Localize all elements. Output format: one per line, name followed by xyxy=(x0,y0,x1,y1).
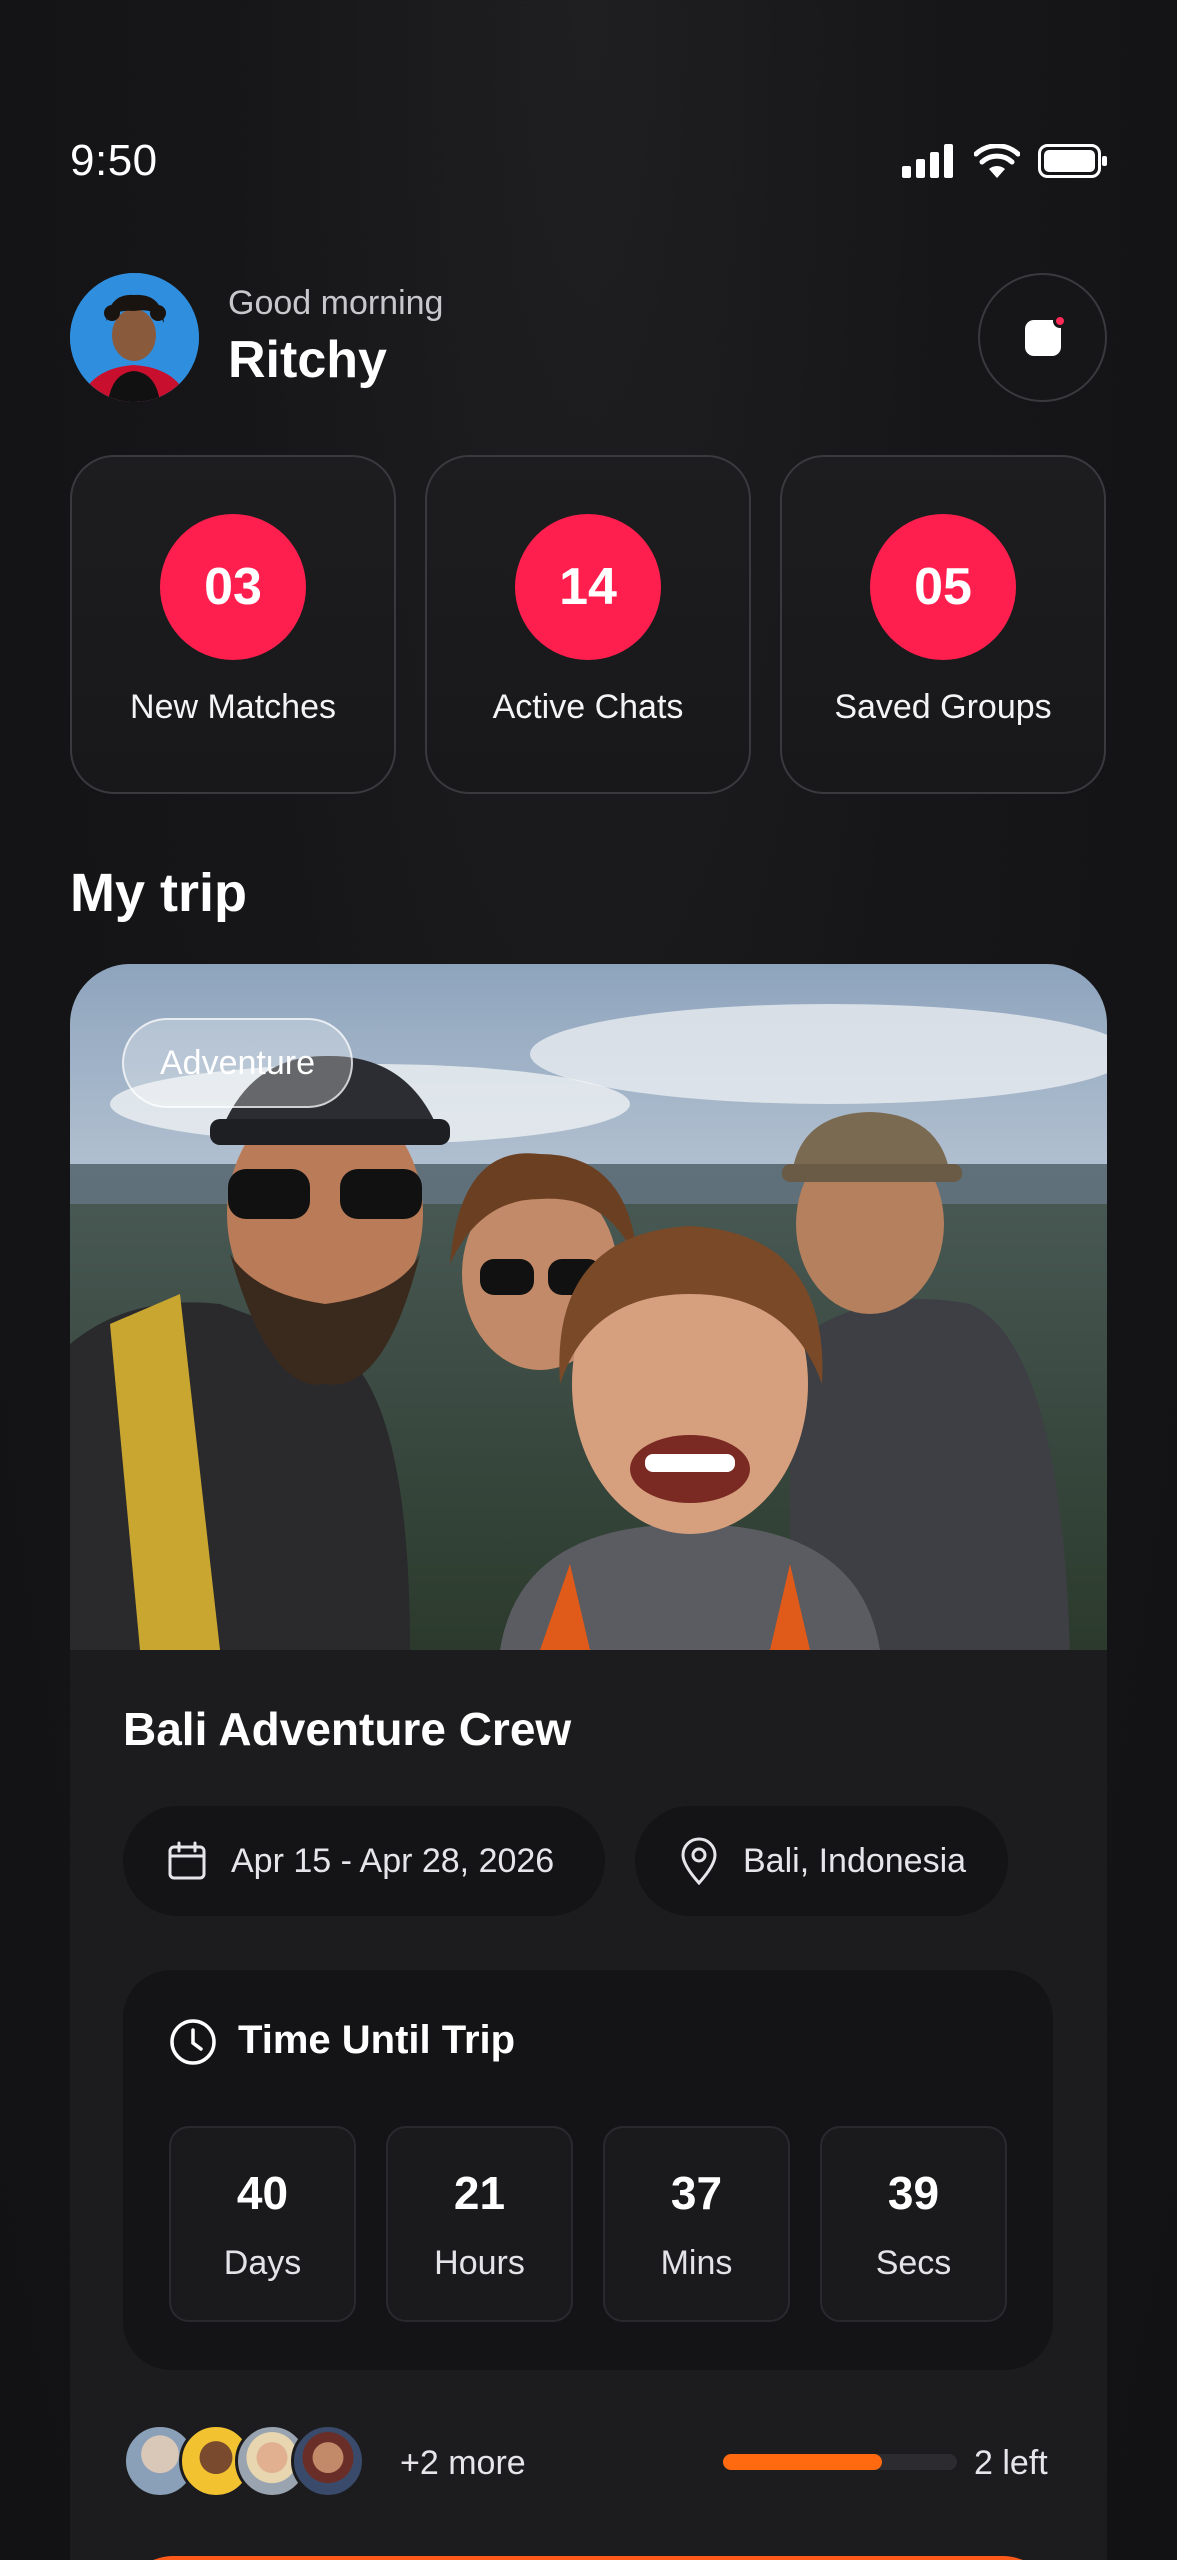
countdown-value: 39 xyxy=(887,2167,940,2219)
stat-value: 14 xyxy=(515,514,661,660)
status-time: 9:50 xyxy=(70,136,158,185)
trip-dates-pill: Apr 15 - Apr 28, 2026 xyxy=(123,1806,605,1916)
section-title-my-trip: My trip xyxy=(70,863,248,923)
countdown-unit: Secs xyxy=(875,2244,952,2282)
trip-category-tag[interactable]: Adventure xyxy=(122,1018,353,1108)
status-icons xyxy=(902,144,1108,178)
countdown-title: Time Until Trip xyxy=(238,2018,516,2062)
stat-card-new-matches[interactable]: 03 New Matches xyxy=(70,455,396,794)
spots-left-text: 2 left xyxy=(974,2444,1048,2482)
countdown-secs: 39 Secs xyxy=(820,2126,1007,2322)
member-avatars[interactable] xyxy=(123,2424,365,2498)
location-pin-icon xyxy=(681,1837,717,1885)
greeting-text: Good morning xyxy=(228,284,444,322)
stat-label: Active Chats xyxy=(492,688,684,726)
user-name: Ritchy xyxy=(228,331,387,389)
countdown-mins: 37 Mins xyxy=(603,2126,790,2322)
avatar-image xyxy=(70,273,199,402)
countdown-unit: Hours xyxy=(434,2244,525,2282)
clock-icon xyxy=(170,2019,216,2065)
countdown-unit: Mins xyxy=(660,2244,733,2282)
more-members-text: +2 more xyxy=(400,2444,526,2482)
stat-card-saved-groups[interactable]: 05 Saved Groups xyxy=(780,455,1106,794)
trip-dates: Apr 15 - Apr 28, 2026 xyxy=(231,1841,555,1880)
countdown-panel: Time Until Trip 40 Days 21 Hours 37 Mins… xyxy=(123,1970,1053,2370)
stat-value: 03 xyxy=(160,514,306,660)
member-avatar xyxy=(291,2424,365,2498)
wifi-icon xyxy=(974,144,1020,178)
trip-location-pill: Bali, Indonesia xyxy=(635,1806,1008,1916)
countdown-unit: Days xyxy=(223,2244,302,2282)
trip-name: Bali Adventure Crew xyxy=(123,1703,572,1755)
countdown-value: 37 xyxy=(670,2167,723,2219)
battery-icon xyxy=(1038,144,1107,178)
spots-progress-fill xyxy=(723,2454,883,2470)
countdown-days: 40 Days xyxy=(169,2126,356,2322)
notification-icon xyxy=(1024,313,1067,356)
trip-photo: Adventure xyxy=(70,964,1107,1650)
trip-card[interactable]: Adventure Bali Adventure Crew Apr 15 - A… xyxy=(70,964,1107,2560)
countdown-value: 21 xyxy=(453,2167,506,2219)
trip-location: Bali, Indonesia xyxy=(743,1841,967,1880)
stat-label: Saved Groups xyxy=(834,688,1052,726)
stat-card-active-chats[interactable]: 14 Active Chats xyxy=(425,455,751,794)
countdown-hours: 21 Hours xyxy=(386,2126,573,2322)
spots-progress-bar xyxy=(723,2454,957,2470)
signal-icon xyxy=(902,144,953,178)
stat-value: 05 xyxy=(870,514,1016,660)
notification-badge xyxy=(1052,313,1067,328)
countdown-value: 40 xyxy=(236,2167,289,2219)
notification-button[interactable] xyxy=(978,273,1107,402)
avatar[interactable] xyxy=(70,273,199,402)
calendar-icon xyxy=(168,1841,206,1880)
trip-action-button[interactable] xyxy=(123,2556,1053,2560)
stat-label: New Matches xyxy=(130,688,336,726)
